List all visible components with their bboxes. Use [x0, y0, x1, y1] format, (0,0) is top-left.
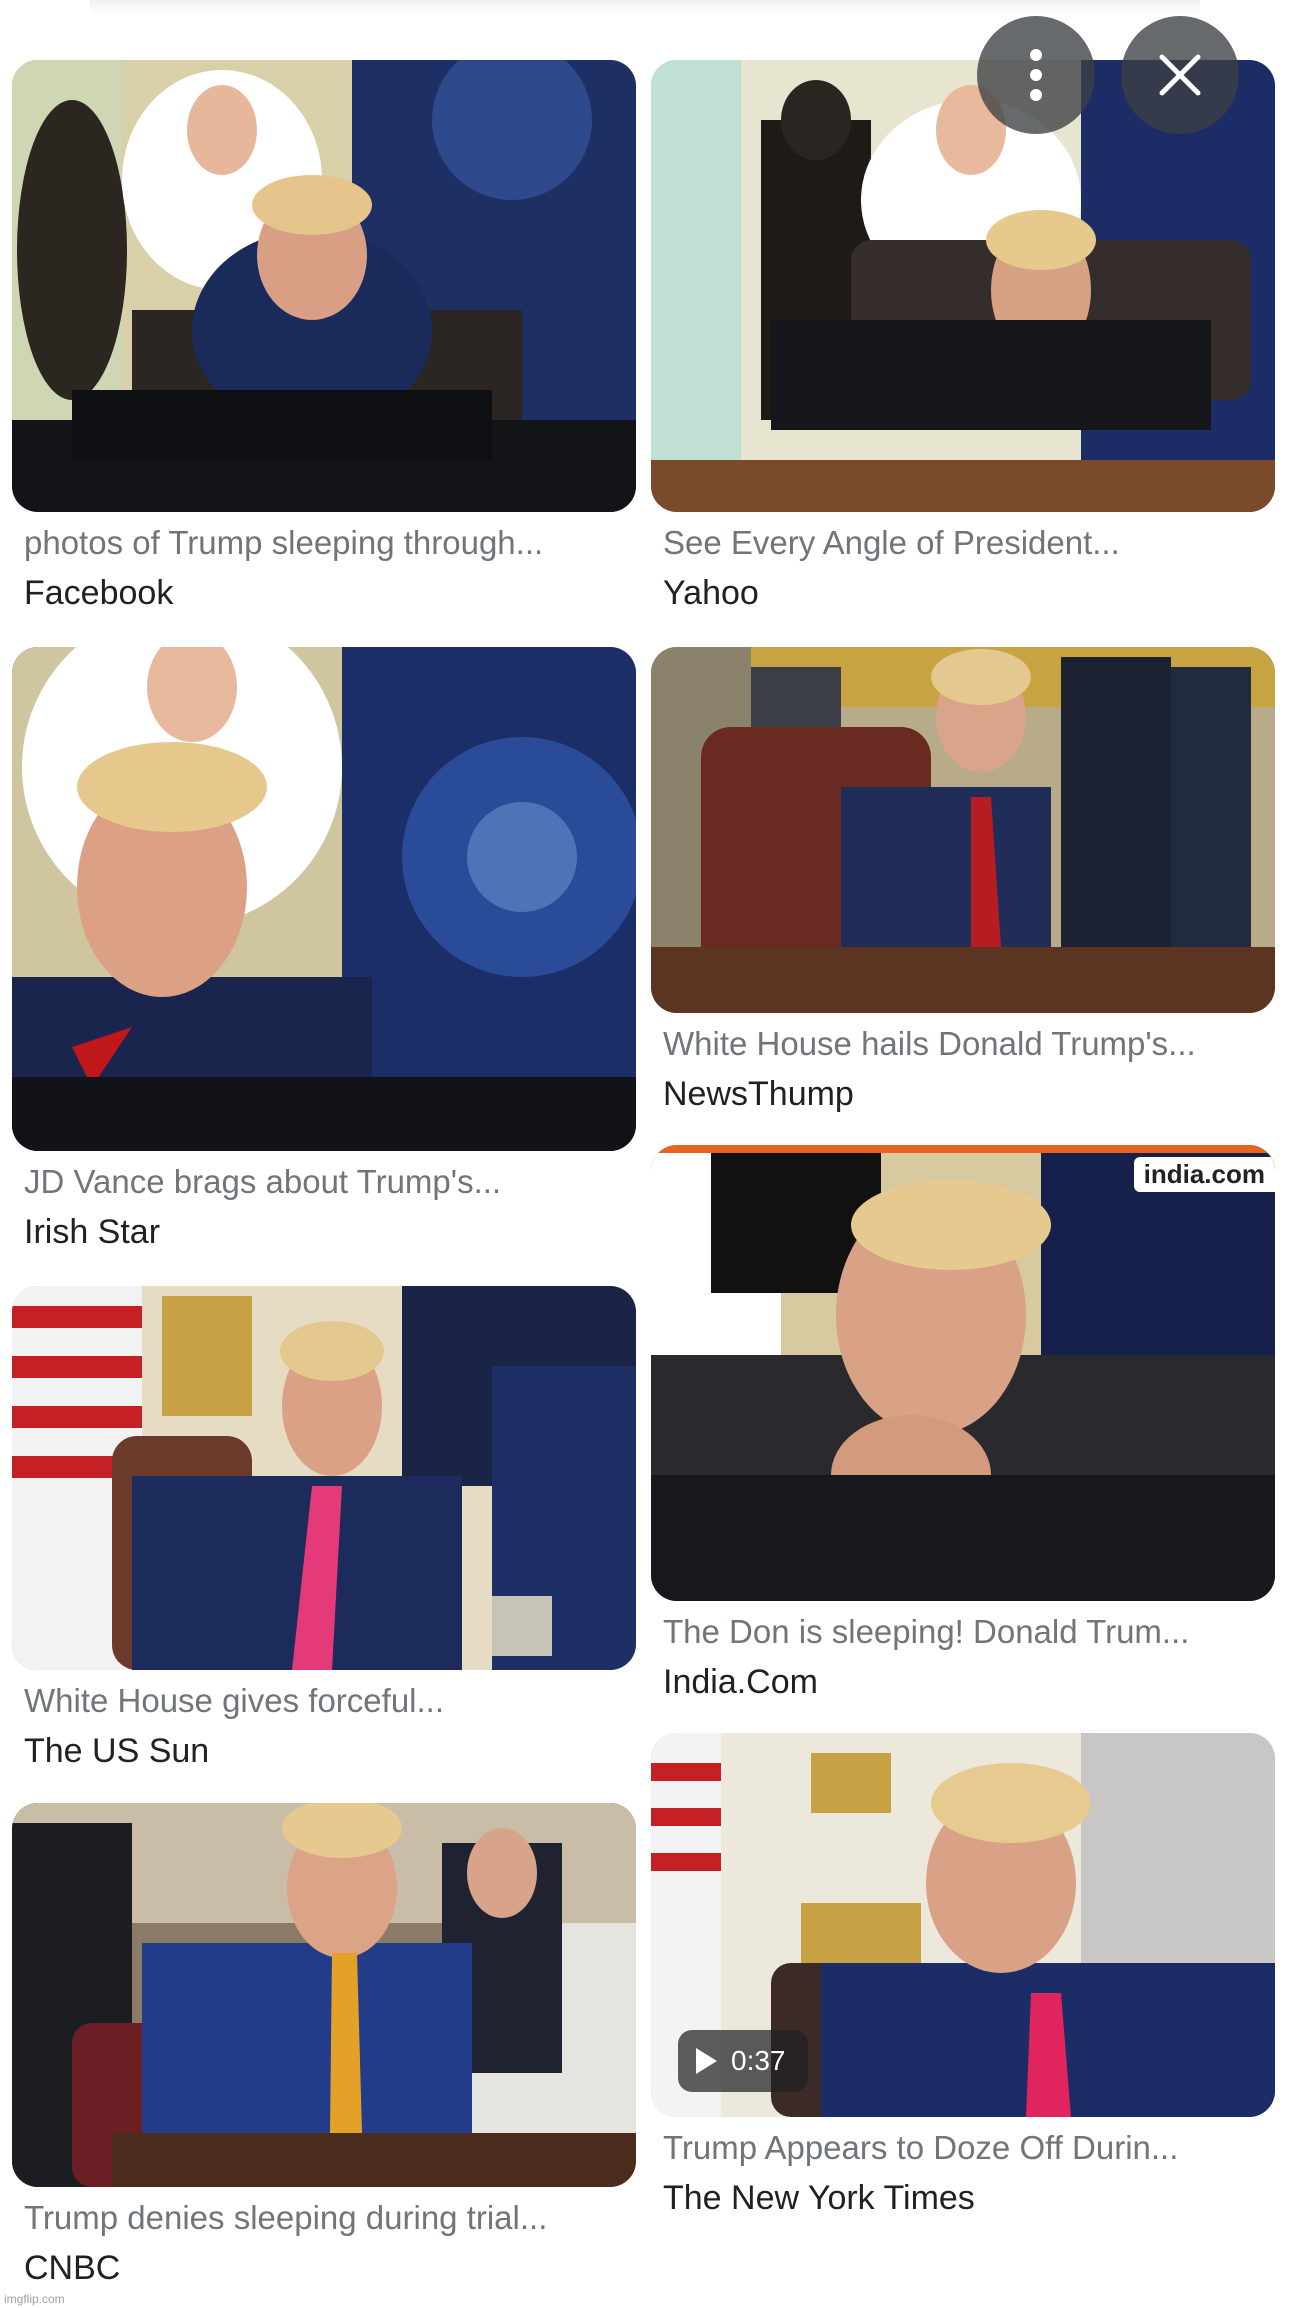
result-card[interactable]: JD Vance brags about Trump's... Irish St… [12, 647, 636, 1257]
thumbnail-image [651, 1145, 1275, 1601]
result-caption[interactable]: Trump Appears to Doze Off Durin... [663, 2129, 1263, 2167]
result-thumbnail[interactable] [12, 647, 636, 1151]
result-caption[interactable]: JD Vance brags about Trump's... [24, 1163, 624, 1201]
result-source[interactable]: NewsThump [663, 1075, 854, 1114]
result-card[interactable]: india.com The Don is sleeping! Donald Tr… [651, 1145, 1275, 1705]
result-caption[interactable]: White House hails Donald Trump's... [663, 1025, 1263, 1063]
result-card[interactable]: See Every Angle of President... Yahoo [651, 60, 1275, 620]
result-thumbnail[interactable] [651, 647, 1275, 1013]
result-caption[interactable]: The Don is sleeping! Donald Trum... [663, 1613, 1263, 1651]
thumbnail-image [12, 647, 636, 1151]
thumbnail-image [12, 60, 636, 512]
result-caption[interactable]: Trump denies sleeping during trial... [24, 2199, 624, 2237]
top-fade [90, 0, 1200, 14]
result-source[interactable]: Yahoo [663, 574, 759, 613]
result-card[interactable]: 0:37 Trump Appears to Doze Off Durin... … [651, 1733, 1275, 2223]
result-source[interactable]: India.Com [663, 1663, 818, 1702]
result-card[interactable]: White House gives forceful... The US Sun [12, 1286, 636, 1776]
thumbnail-image [12, 1286, 636, 1670]
india-com-logo: india.com [1133, 1157, 1275, 1192]
result-thumbnail[interactable]: 0:37 [651, 1733, 1275, 2117]
more-options-button[interactable] [977, 16, 1095, 134]
result-card[interactable]: photos of Trump sleeping through... Face… [12, 60, 636, 620]
play-icon [696, 2048, 717, 2074]
result-caption[interactable]: photos of Trump sleeping through... [24, 524, 624, 562]
more-vert-icon [1030, 49, 1042, 101]
result-thumbnail[interactable]: india.com [651, 1145, 1275, 1601]
result-thumbnail[interactable] [12, 1286, 636, 1670]
result-thumbnail[interactable] [12, 1803, 636, 2187]
thumbnail-image [12, 1803, 636, 2187]
close-icon [1159, 54, 1201, 96]
video-duration: 0:37 [731, 2045, 786, 2076]
result-card[interactable]: White House hails Donald Trump's... News… [651, 647, 1275, 1117]
result-source[interactable]: Facebook [24, 574, 173, 613]
watermark: imgflip.com [4, 2292, 65, 2306]
result-source[interactable]: The US Sun [24, 1732, 209, 1771]
thumbnail-image [651, 647, 1275, 1013]
close-button[interactable] [1121, 16, 1239, 134]
result-card[interactable]: Trump denies sleeping during trial... CN… [12, 1803, 636, 2303]
result-source[interactable]: Irish Star [24, 1213, 160, 1252]
result-thumbnail[interactable] [12, 60, 636, 512]
video-duration-badge: 0:37 [678, 2030, 808, 2092]
result-caption[interactable]: White House gives forceful... [24, 1682, 624, 1720]
result-source[interactable]: CNBC [24, 2249, 120, 2288]
result-caption[interactable]: See Every Angle of President... [663, 524, 1263, 562]
result-source[interactable]: The New York Times [663, 2179, 975, 2218]
